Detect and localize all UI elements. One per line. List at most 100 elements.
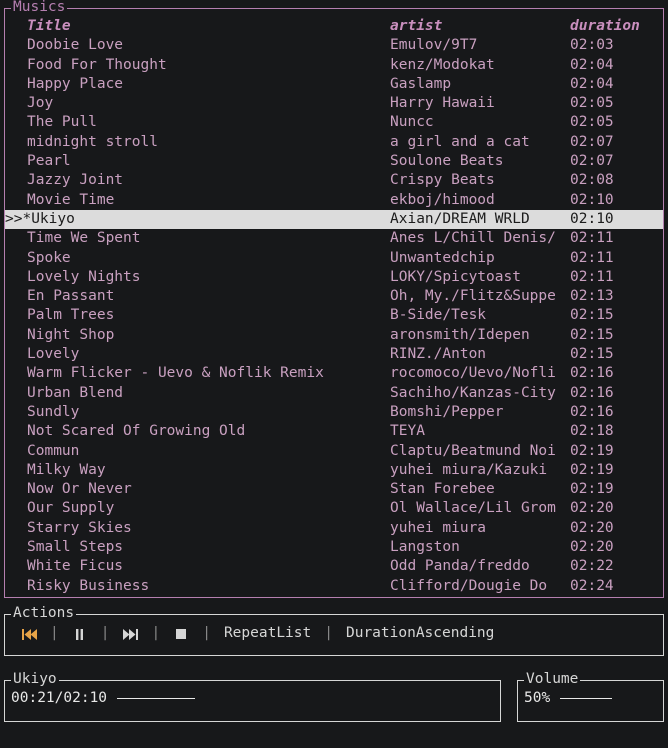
cell-duration: 02:16 [570,384,614,401]
table-row[interactable]: White Ficus Odd Panda/freddo 02:22 [5,557,663,576]
cell-artist: Gaslamp [390,75,452,92]
cell-title: The Pull [27,114,97,131]
table-row[interactable]: Small Steps Langston 02:20 [5,538,663,557]
actions-toolbar: | | | | RepeatList | DurationAscending [13,623,659,645]
repeat-mode-button[interactable]: RepeatList [216,624,319,643]
cell-artist: Clifford/Dougie Do [390,577,548,594]
cell-duration: 02:04 [570,75,614,92]
next-track-button[interactable] [114,624,146,644]
table-row[interactable]: Happy Place Gaslamp 02:04 [5,75,663,94]
table-row[interactable]: Time We Spent Anes L/Chill Denis/02:11 [5,229,663,248]
pause-icon [75,628,84,640]
cell-duration: 02:19 [570,461,614,478]
cell-artist: TEYA [390,423,425,440]
toolbar-separator: | [151,625,161,642]
cell-title: Food For Thought [27,56,167,73]
toolbar-separator: | [202,625,211,642]
cell-duration: 02:05 [570,114,614,131]
cell-duration: duration [570,18,640,34]
cell-title: Time We Spent [27,230,141,247]
table-row[interactable]: Now Or Never Stan Forebee 02:19 [5,480,663,499]
cell-duration: 02:04 [570,56,614,73]
table-row[interactable]: The Pull Nuncc 02:05 [5,113,663,132]
cell-title: Not Scared Of Growing Old [27,423,246,440]
cell-artist: Stan Forebee [390,481,495,498]
volume-bar[interactable] [560,697,613,699]
cell-title: Happy Place [27,75,124,92]
cell-duration: 02:18 [570,423,614,440]
pause-button[interactable] [64,624,96,644]
cell-artist: ekboj/himood [390,191,495,208]
stop-button[interactable] [165,624,197,644]
cell-duration: 02:10 [570,191,614,208]
table-row[interactable]: Sundly Bomshi/Pepper 02:16 [5,403,663,422]
cell-title: Joy [27,95,54,112]
cell-title: Pearl [27,153,71,170]
previous-track-icon [21,628,37,640]
table-row[interactable]: Movie Time ekboj/himood 02:10 [5,191,663,210]
cell-duration: 02:16 [570,403,614,420]
actions-panel: Actions | | | | RepeatList | DurationAscending [4,605,664,656]
table-row[interactable]: midnight stroll a girl and a cat 02:07 [5,133,663,152]
table-row[interactable]: Lovely RINZ./Anton 02:15 [5,345,663,364]
progress-time-label: 00:21/02:10 [11,690,108,706]
cell-artist: Nuncc [390,114,434,131]
table-row[interactable]: En Passant Oh, My./Flitz&Suppe 02:13 [5,287,663,306]
musics-panel: Musics Title artist duration Doobie Love Emu… [4,0,664,598]
cell-duration: 02:08 [570,172,614,189]
now-playing-title: Ukiyo [11,671,59,687]
progress-bar[interactable] [117,697,196,699]
sort-mode-button[interactable]: DurationAscending [338,624,502,643]
table-row[interactable]: Pearl Soulone Beats 02:07 [5,152,663,171]
volume-gauge[interactable]: 50% [524,688,613,708]
cell-duration: 02:15 [570,307,614,324]
cell-title: Title [27,18,71,34]
musics-header-row: Title artist duration [5,17,663,36]
progress-gauge[interactable]: 00:21/02:10 [11,688,196,708]
cell-duration: 02:15 [570,326,614,343]
table-row[interactable]: Jazzy Joint Crispy Beats 02:08 [5,171,663,190]
table-row[interactable]: Lovely Nights LOKY/Spicytoast 02:11 [5,268,663,287]
cell-artist: Ol Wallace/Lil Grom [390,500,556,517]
toolbar-separator: | [324,625,333,642]
cell-duration: 02:07 [570,153,614,170]
cell-duration: 02:15 [570,346,614,363]
volume-panel: Volume 50% [517,671,664,722]
cell-title: Palm Trees [27,307,115,324]
table-row[interactable]: Food For Thought kenz/Modokat 02:04 [5,56,663,75]
table-row[interactable]: Urban Blend Sachiho/Kanzas-City 02:16 [5,384,663,403]
table-row[interactable]: Commun Claptu/Beatmund Noi 02:19 [5,442,663,461]
musics-list[interactable]: Title artist duration Doobie Love Emulov/9T7… [5,17,663,596]
table-row[interactable]: Night Shop aronsmith/Idepen 02:15 [5,326,663,345]
toolbar-separator: | [100,625,110,642]
table-row[interactable]: Not Scared Of Growing Old TEYA 02:18 [5,422,663,441]
table-row[interactable]: Milky Way yuhei miura/Kazuki 02:19 [5,461,663,480]
cell-artist: B-Side/Tesk [390,307,487,324]
table-row[interactable]: Our Supply Ol Wallace/Lil Grom 02:20 [5,499,663,518]
cell-title: >>*Ukiyo [5,210,75,227]
cell-title: Lovely Nights [27,268,141,285]
table-row-selected[interactable]: >>*Ukiyo Axian/DREAM WRLD 02:10 [5,209,663,230]
table-row[interactable]: Palm Trees B-Side/Tesk 02:15 [5,306,663,325]
previous-track-button[interactable] [13,624,45,644]
cell-artist: kenz/Modokat [390,56,495,73]
cell-artist: aronsmith/Idepen [390,326,530,343]
table-row[interactable]: Starry Skies yuhei miura 02:20 [5,519,663,538]
table-row[interactable]: Joy Harry Hawaii 02:05 [5,94,663,113]
cell-artist: Bomshi/Pepper [390,403,504,420]
cell-duration: 02:19 [570,481,614,498]
cell-title: Urban Blend [27,384,124,401]
cell-artist: Harry Hawaii [390,95,495,112]
cell-title: Commun [27,442,80,459]
cell-duration: 02:07 [570,133,614,150]
table-row[interactable]: Doobie Love Emulov/9T7 02:03 [5,36,663,55]
cell-artist: Sachiho/Kanzas-City [390,384,556,401]
cell-title: Spoke [27,249,71,266]
cell-title: Movie Time [27,191,115,208]
cell-artist: Axian/DREAM WRLD [390,210,530,227]
table-row[interactable]: Risky Business Clifford/Dougie Do 02:24 [5,577,663,596]
table-row[interactable]: Spoke Unwantedchip 02:11 [5,249,663,268]
table-row[interactable]: Warm Flicker - Uevo & Noflik Remix rocomo… [5,364,663,383]
toolbar-separator: | [50,625,59,642]
cell-artist: RINZ./Anton [390,346,487,363]
